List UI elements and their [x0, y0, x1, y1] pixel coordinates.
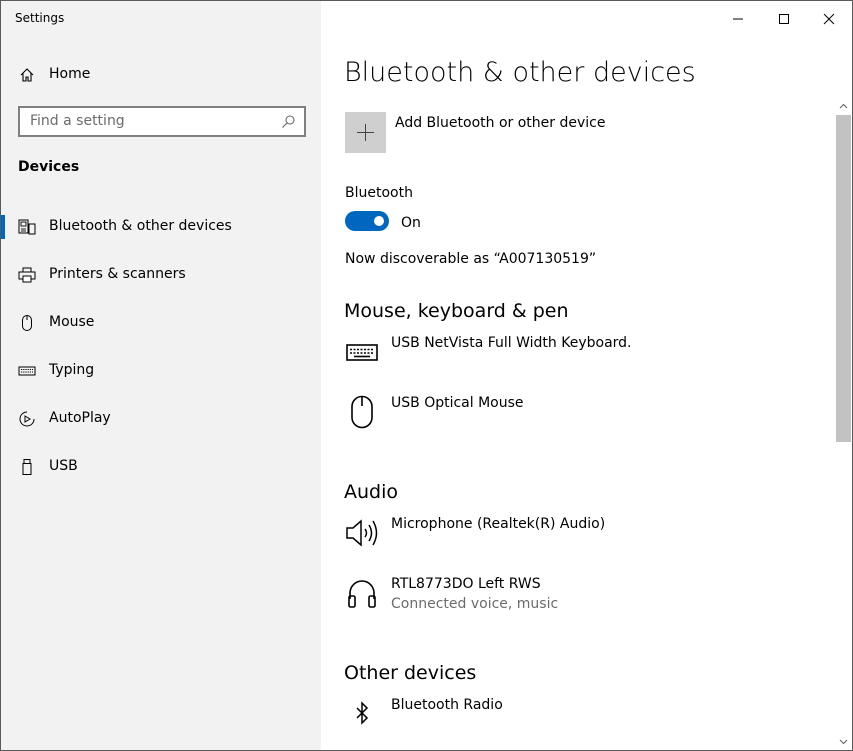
mouse-icon	[22, 315, 32, 331]
scroll-up-icon[interactable]	[836, 99, 851, 113]
sidebar-item-bluetooth[interactable]: Bluetooth & other devices	[1, 215, 321, 251]
main-content: Bluetooth & other devices Add Bluetooth …	[322, 1, 852, 750]
bluetooth-state-label: On	[401, 215, 421, 231]
bluetooth-toggle[interactable]	[345, 211, 389, 231]
toggle-knob	[374, 216, 384, 226]
speaker-icon	[346, 519, 378, 547]
sidebar-item-usb[interactable]: USB	[1, 455, 321, 491]
device-status: Connected voice, music	[391, 596, 559, 612]
search-placeholder: Find a setting	[30, 113, 125, 129]
sidebar-item-typing[interactable]: Typing	[1, 359, 321, 395]
keyboard-icon	[346, 344, 378, 361]
app-title: Settings	[15, 11, 65, 25]
bluetooth-label: Bluetooth	[345, 185, 413, 201]
sidebar-item-printers[interactable]: Printers & scanners	[1, 263, 321, 299]
plus-icon	[357, 124, 374, 141]
page-title: Bluetooth & other devices	[344, 57, 696, 88]
device-name[interactable]: USB Optical Mouse	[391, 395, 524, 411]
sidebar-item-label: Mouse	[49, 314, 95, 330]
home-icon	[20, 68, 34, 82]
group-heading-input: Mouse, keyboard & pen	[344, 300, 569, 322]
settings-window: Settings Home Find a setting Devices Blu…	[0, 0, 853, 751]
scroll-down-icon[interactable]	[836, 735, 851, 749]
discoverable-text: Now discoverable as “A007130519”	[345, 251, 597, 267]
device-name[interactable]: Microphone (Realtek(R) Audio)	[391, 516, 605, 532]
headphones-icon	[348, 580, 376, 608]
usb-icon	[22, 459, 32, 475]
sidebar-item-label: USB	[49, 458, 78, 474]
device-name[interactable]: Bluetooth Radio	[391, 697, 503, 713]
add-device-label[interactable]: Add Bluetooth or other device	[395, 115, 605, 131]
selection-indicator	[1, 215, 5, 239]
section-label: Devices	[18, 159, 80, 175]
home-nav-item[interactable]: Home	[1, 59, 321, 91]
sidebar-item-label: Printers & scanners	[49, 266, 186, 282]
sidebar-item-label: Typing	[49, 362, 95, 378]
sidebar-item-autoplay[interactable]: AutoPlay	[1, 407, 321, 443]
close-button[interactable]	[819, 9, 839, 29]
maximize-button[interactable]	[774, 9, 794, 29]
search-icon[interactable]	[280, 114, 296, 130]
sidebar-item-label: Bluetooth & other devices	[49, 218, 232, 234]
add-device-button[interactable]	[345, 112, 386, 153]
device-name[interactable]: RTL8773DO Left RWS	[391, 576, 541, 592]
minimize-button[interactable]	[728, 9, 748, 29]
keyboard-icon	[18, 366, 36, 376]
bluetooth-icon	[356, 701, 369, 725]
sidebar: Settings Home Find a setting Devices Blu…	[1, 1, 321, 750]
printer-icon	[18, 267, 36, 283]
mouse-icon	[351, 395, 373, 429]
sidebar-item-label: AutoPlay	[49, 410, 111, 426]
bluetooth-devices-icon	[18, 219, 36, 235]
scrollbar-thumb[interactable]	[836, 115, 851, 442]
autoplay-icon	[19, 411, 35, 427]
search-input[interactable]: Find a setting	[18, 106, 306, 137]
home-label: Home	[49, 66, 91, 82]
group-heading-other: Other devices	[344, 662, 477, 684]
device-name[interactable]: USB NetVista Full Width Keyboard.	[391, 335, 632, 351]
group-heading-audio: Audio	[344, 481, 399, 503]
sidebar-item-mouse[interactable]: Mouse	[1, 311, 321, 347]
